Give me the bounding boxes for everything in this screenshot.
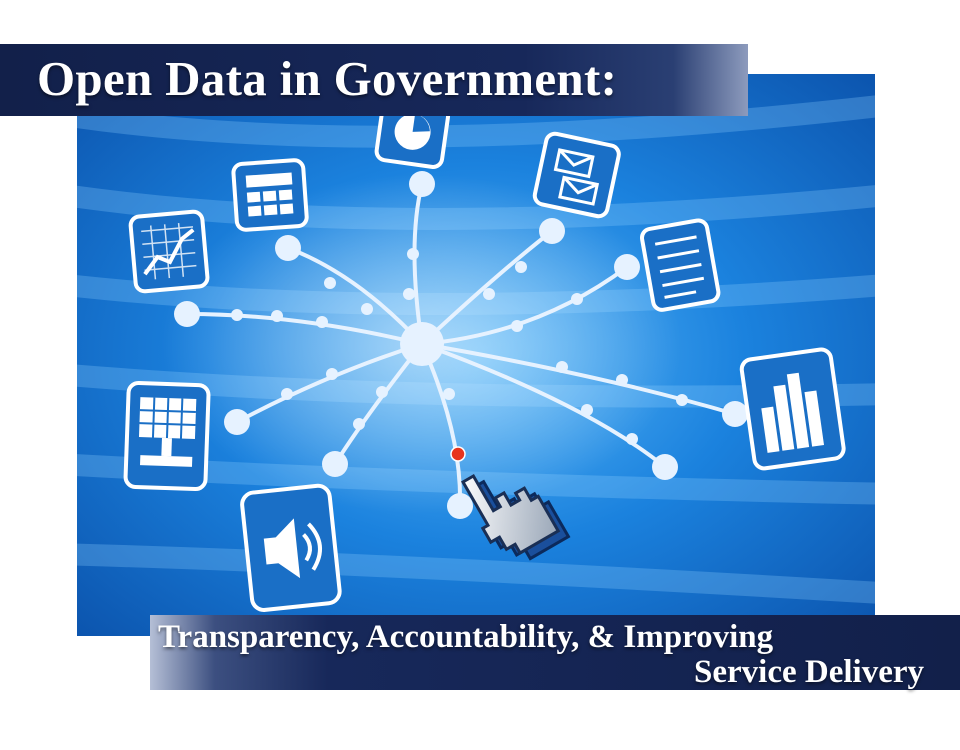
subtitle-line-2: Service Delivery [694, 654, 924, 690]
hero-illustration [77, 74, 875, 636]
title-banner: Open Data in Government: [0, 44, 748, 116]
mail-icon [532, 131, 621, 219]
speaker-icon [240, 483, 342, 612]
bar-chart-icon [739, 347, 846, 471]
subtitle-banner: Transparency, Accountability, & Improvin… [150, 615, 960, 690]
document-list-icon [639, 218, 721, 312]
page-title: Open Data in Government: [37, 51, 618, 106]
monitor-grid-icon [123, 381, 211, 492]
table-icon [231, 158, 309, 232]
subtitle-line-1: Transparency, Accountability, & Improvin… [158, 619, 774, 655]
line-chart-icon [128, 209, 210, 294]
cursor-dot [450, 446, 466, 462]
